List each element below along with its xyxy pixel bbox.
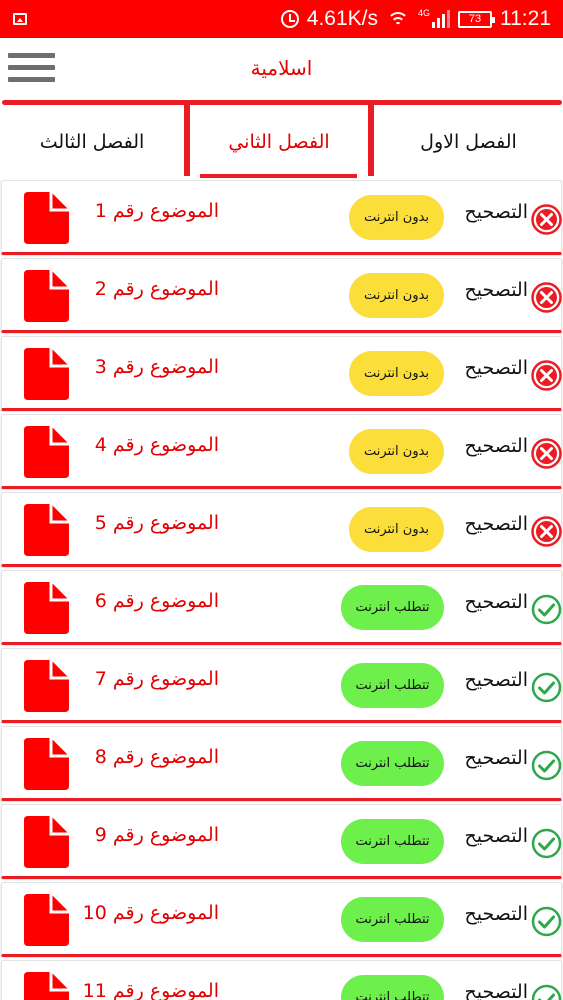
connectivity-badge[interactable]: تتطلب انترنت [341,585,444,630]
clock: 11:21 [500,7,551,30]
tab-chapter-2[interactable]: الفصل الثاني [190,105,368,178]
wifi-icon [386,10,410,28]
correction-label: التصحيح [464,669,528,691]
correction-label: التصحيح [464,825,528,847]
list-item[interactable]: الموضوع رقم 2 بدون انترنت التصحيح [0,256,563,334]
connectivity-badge[interactable]: بدون انترنت [349,507,444,552]
lesson-title: الموضوع رقم 7 [94,668,219,690]
correction-label: التصحيح [464,357,528,379]
list-item[interactable]: الموضوع رقم 3 بدون انترنت التصحيح [0,334,563,412]
network-type: 4G [417,8,430,18]
badge-label: بدون انترنت [363,522,430,537]
cross-circle-icon [531,282,562,313]
lesson-title: الموضوع رقم 8 [94,746,219,768]
document-icon [24,738,69,790]
lesson-title: الموضوع رقم 10 [82,902,219,924]
correction-label: التصحيح [464,279,528,301]
badge-label: تتطلب انترنت [355,990,430,1000]
connectivity-badge[interactable]: تتطلب انترنت [341,897,444,942]
badge-label: تتطلب انترنت [355,600,430,615]
lesson-title: الموضوع رقم 4 [94,434,219,456]
list-item[interactable]: الموضوع رقم 1 بدون انترنت التصحيح [0,178,563,256]
badge-label: بدون انترنت [363,366,430,381]
document-icon [24,816,69,868]
connectivity-badge[interactable]: تتطلب انترنت [341,975,444,1000]
page-title: اسلامية [250,56,313,80]
document-icon [24,504,69,556]
document-icon [24,894,69,946]
badge-label: بدون انترنت [363,288,430,303]
lesson-title: الموضوع رقم 3 [94,356,219,378]
connectivity-badge[interactable]: بدون انترنت [349,351,444,396]
document-icon [24,660,69,712]
chapter-tabs: الفصل الثالث الفصل الثاني الفصل الاول [0,105,563,180]
badge-label: تتطلب انترنت [355,756,430,771]
list-item[interactable]: الموضوع رقم 11 تتطلب انترنت التصحيح [0,958,563,1000]
badge-label: تتطلب انترنت [355,678,430,693]
check-circle-icon [531,984,562,1000]
check-circle-icon [531,672,562,703]
gallery-notification-icon [13,13,27,25]
connectivity-badge[interactable]: تتطلب انترنت [341,819,444,864]
badge-label: تتطلب انترنت [355,834,430,849]
correction-label: التصحيح [464,591,528,613]
document-icon [24,348,69,400]
connectivity-badge[interactable]: تتطلب انترنت [341,741,444,786]
cross-circle-icon [531,204,562,235]
badge-label: تتطلب انترنت [355,912,430,927]
document-icon [24,426,69,478]
connectivity-badge[interactable]: بدون انترنت [349,273,444,318]
check-circle-icon [531,828,562,859]
battery-level: 73 [468,13,482,25]
check-circle-icon [531,750,562,781]
app-bar: اسلامية [0,38,563,100]
connectivity-badge[interactable]: بدون انترنت [349,429,444,474]
check-circle-icon [531,906,562,937]
list-item[interactable]: الموضوع رقم 4 بدون انترنت التصحيح [0,412,563,490]
lesson-title: الموضوع رقم 2 [94,278,219,300]
list-item[interactable]: الموضوع رقم 8 تتطلب انترنت التصحيح [0,724,563,802]
correction-label: التصحيح [464,513,528,535]
document-icon [24,972,69,1000]
list-item[interactable]: الموضوع رقم 10 تتطلب انترنت التصحيح [0,880,563,958]
tab-chapter-1[interactable]: الفصل الاول [374,105,563,178]
badge-label: بدون انترنت [363,444,430,459]
alarm-icon [280,10,299,28]
correction-label: التصحيح [464,435,528,457]
cross-circle-icon [531,360,562,391]
correction-label: التصحيح [464,201,528,223]
lesson-title: الموضوع رقم 11 [82,980,219,1000]
status-bar: 4.61K/s 4G 73 11:21 [0,0,563,38]
network-speed: 4.61K/s [306,7,378,30]
lesson-title: الموضوع رقم 1 [94,200,219,222]
list-item[interactable]: الموضوع رقم 5 بدون انترنت التصحيح [0,490,563,568]
lesson-title: الموضوع رقم 6 [94,590,219,612]
list-item[interactable]: الموضوع رقم 7 تتطلب انترنت التصحيح [0,646,563,724]
document-icon [24,582,69,634]
cross-circle-icon [531,438,562,469]
connectivity-badge[interactable]: بدون انترنت [349,195,444,240]
connectivity-badge[interactable]: تتطلب انترنت [341,663,444,708]
lesson-title: الموضوع رقم 9 [94,824,219,846]
correction-label: التصحيح [464,981,528,1000]
battery-icon: 73 [458,10,495,28]
correction-label: التصحيح [464,903,528,925]
document-icon [24,270,69,322]
tab-chapter-3[interactable]: الفصل الثالث [0,105,184,178]
lesson-title: الموضوع رقم 5 [94,512,219,534]
check-circle-icon [531,594,562,625]
badge-label: بدون انترنت [363,210,430,225]
correction-label: التصحيح [464,747,528,769]
cross-circle-icon [531,516,562,547]
list-item[interactable]: الموضوع رقم 6 تتطلب انترنت التصحيح [0,568,563,646]
document-icon [24,192,69,244]
list-item[interactable]: الموضوع رقم 9 تتطلب انترنت التصحيح [0,802,563,880]
signal-icon [432,10,450,28]
